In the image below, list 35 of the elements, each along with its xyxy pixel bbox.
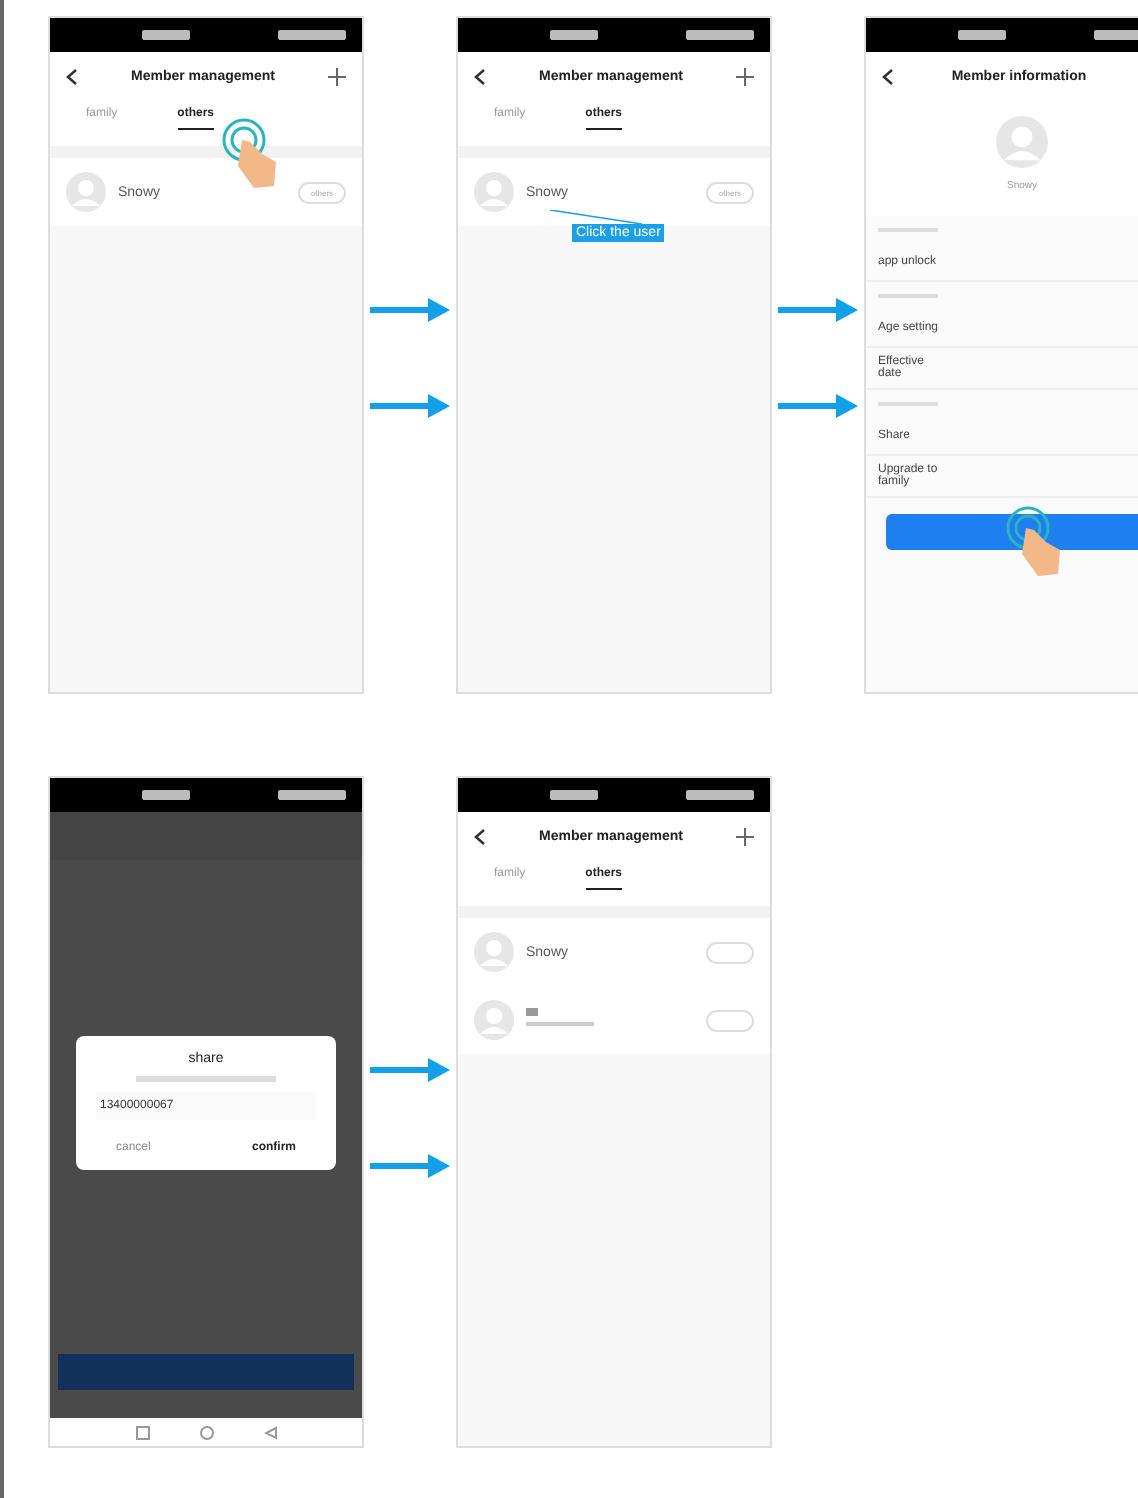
status-icons	[550, 790, 598, 800]
circle-icon[interactable]	[199, 1425, 213, 1439]
status-icons	[686, 30, 754, 40]
role-tag	[706, 941, 754, 963]
square-icon[interactable]	[135, 1425, 149, 1439]
add-icon[interactable]	[328, 67, 346, 85]
status-icons	[278, 30, 346, 40]
tap-gesture-drawing	[1006, 506, 1066, 578]
add-icon[interactable]	[736, 67, 754, 85]
avatar-icon	[996, 116, 1048, 168]
arrow-icon	[370, 1154, 450, 1178]
back-icon[interactable]	[474, 67, 486, 85]
avatar-icon	[474, 932, 514, 972]
add-icon[interactable]	[736, 827, 754, 845]
status-icons	[958, 30, 1006, 40]
back-icon[interactable]	[474, 827, 486, 845]
blurred-text-icon	[136, 1076, 276, 1082]
arrow-icon	[778, 394, 858, 418]
avatar-icon	[66, 172, 106, 212]
status-icons	[278, 790, 346, 800]
back-icon[interactable]	[882, 67, 894, 85]
avatar-icon	[474, 172, 514, 212]
arrow-icon	[370, 394, 450, 418]
status-icons	[686, 790, 754, 800]
status-icons	[550, 30, 598, 40]
arrow-icon	[370, 298, 450, 322]
tap-gesture-drawing	[222, 118, 282, 190]
status-icons	[142, 30, 190, 40]
back-icon[interactable]	[66, 67, 78, 85]
arrow-icon	[370, 1058, 450, 1082]
leader-line	[550, 210, 642, 226]
role-tag	[706, 1009, 754, 1031]
avatar-icon	[474, 1000, 514, 1040]
arrow-icon	[778, 298, 858, 322]
status-icons	[142, 790, 190, 800]
